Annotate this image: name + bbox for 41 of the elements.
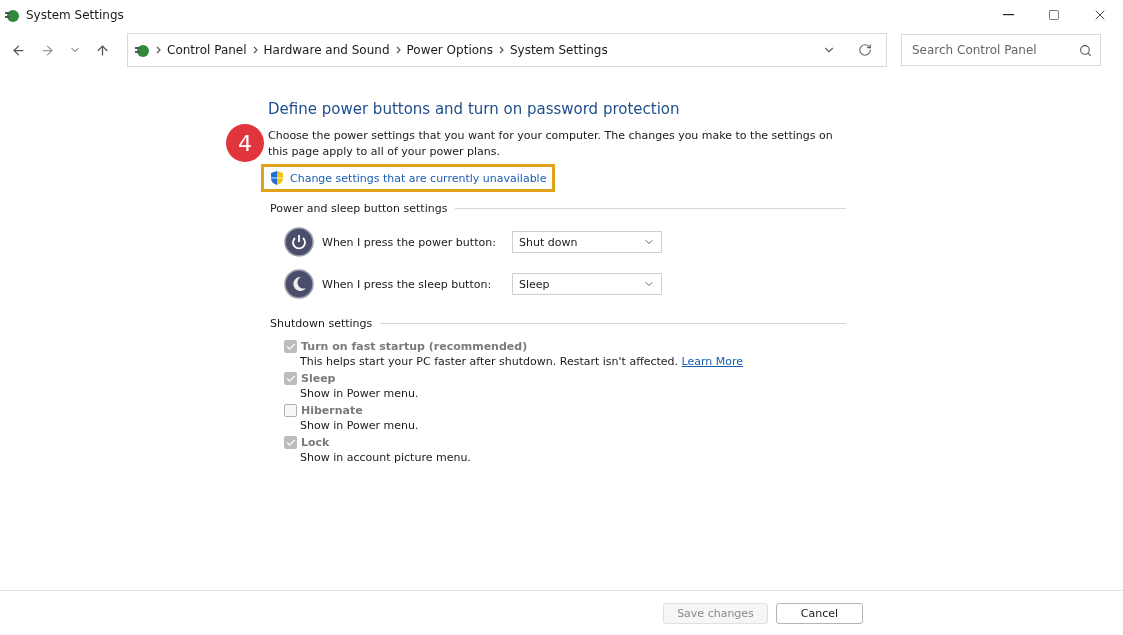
chevron-icon bbox=[156, 46, 161, 54]
app-icon bbox=[134, 42, 150, 58]
chevron-icon bbox=[498, 46, 504, 54]
maximize-icon bbox=[1048, 9, 1060, 21]
chevron-icon bbox=[252, 46, 258, 54]
option-label: Turn on fast startup (recommended) bbox=[301, 340, 528, 353]
breadcrumb-item[interactable]: System Settings bbox=[509, 43, 608, 57]
minimize-icon bbox=[1002, 14, 1014, 16]
option-label: Sleep bbox=[301, 372, 336, 385]
elevate-link[interactable]: Change settings that are currently unavailable bbox=[261, 164, 556, 192]
description-text: Choose the power settings that you want for your computer. The changes you make to the settings on this page apply to all of your power plans. bbox=[268, 128, 834, 160]
option-label: Hibernate bbox=[301, 404, 363, 417]
setting-label: When I press the power button: bbox=[322, 235, 497, 249]
search-field[interactable]: Search Control Panel bbox=[901, 34, 1101, 66]
search-input[interactable]: Search Control Panel bbox=[910, 42, 1079, 58]
section-title: Power and sleep button settings bbox=[270, 202, 448, 215]
option-description: This helps start your PC faster after shutdown. Restart isn't affected. Learn More bbox=[300, 355, 745, 368]
option-description: Show in Power menu. bbox=[300, 419, 420, 432]
moon-icon bbox=[284, 269, 314, 299]
shield-icon bbox=[270, 170, 284, 186]
forward-arrow-icon bbox=[40, 42, 55, 58]
action-dropdown[interactable]: Sleep bbox=[512, 273, 662, 295]
breadcrumb-item[interactable]: Control Panel bbox=[167, 43, 247, 57]
power-icon bbox=[284, 227, 314, 257]
step-badge: 4 bbox=[226, 124, 264, 162]
address-bar[interactable]: Control Panel Hardware and Sound Power Options System Settings bbox=[127, 33, 887, 67]
breadcrumb-item[interactable]: Hardware and Sound bbox=[263, 43, 390, 57]
page-heading: Define power buttons and turn on password protection bbox=[268, 100, 681, 118]
chevron-icon bbox=[395, 46, 401, 54]
option-description: Show in account picture menu. bbox=[300, 451, 472, 464]
refresh-icon[interactable] bbox=[858, 43, 872, 57]
section-title: Shutdown settings bbox=[270, 317, 373, 330]
option-label: Lock bbox=[301, 436, 330, 449]
app-icon bbox=[4, 7, 20, 23]
action-dropdown[interactable]: Shut down bbox=[512, 231, 662, 253]
setting-label: When I press the sleep button: bbox=[322, 277, 493, 291]
window-title: System Settings bbox=[26, 8, 125, 22]
cancel-button[interactable]: Cancel bbox=[776, 602, 863, 624]
option-description: Show in Power menu. bbox=[300, 387, 420, 400]
search-icon bbox=[1079, 43, 1092, 57]
breadcrumb-item[interactable]: Power Options bbox=[406, 43, 493, 57]
